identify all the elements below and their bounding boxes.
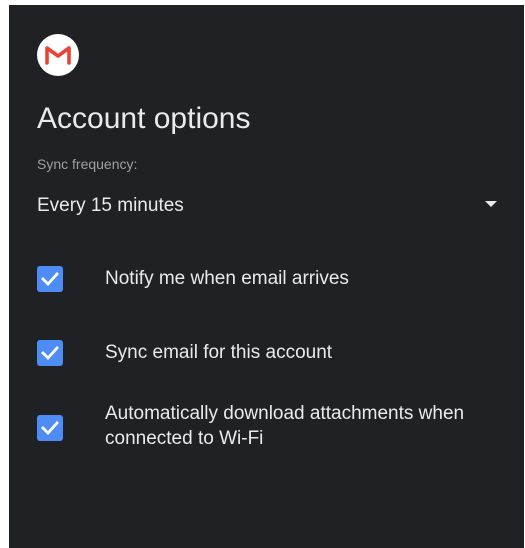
sync-email-label: Sync email for this account (105, 342, 333, 363)
notify-label: Notify me when email arrives (105, 268, 349, 289)
sync-frequency-value: Every 15 minutes (37, 195, 184, 216)
gmail-icon (37, 34, 79, 76)
auto-download-checkbox[interactable] (37, 415, 63, 441)
checkmark-icon (41, 346, 59, 361)
checkmark-icon (41, 272, 59, 287)
page-title: Account options (37, 102, 251, 135)
auto-download-option[interactable]: Automatically download attachments when … (37, 401, 507, 457)
notify-checkbox[interactable] (37, 266, 63, 292)
sync-email-checkbox[interactable] (37, 340, 63, 366)
dropdown-arrow-icon (485, 201, 497, 207)
sync-email-option[interactable]: Sync email for this account (37, 337, 507, 369)
sync-frequency-label: Sync frequency: (37, 156, 138, 172)
account-options-screen: Account options Sync frequency: Every 15… (9, 5, 524, 548)
notify-option[interactable]: Notify me when email arrives (37, 263, 507, 295)
auto-download-label: Automatically download attachments when … (105, 403, 465, 449)
checkmark-icon (41, 421, 59, 436)
sync-frequency-dropdown[interactable]: Every 15 minutes (37, 191, 497, 221)
